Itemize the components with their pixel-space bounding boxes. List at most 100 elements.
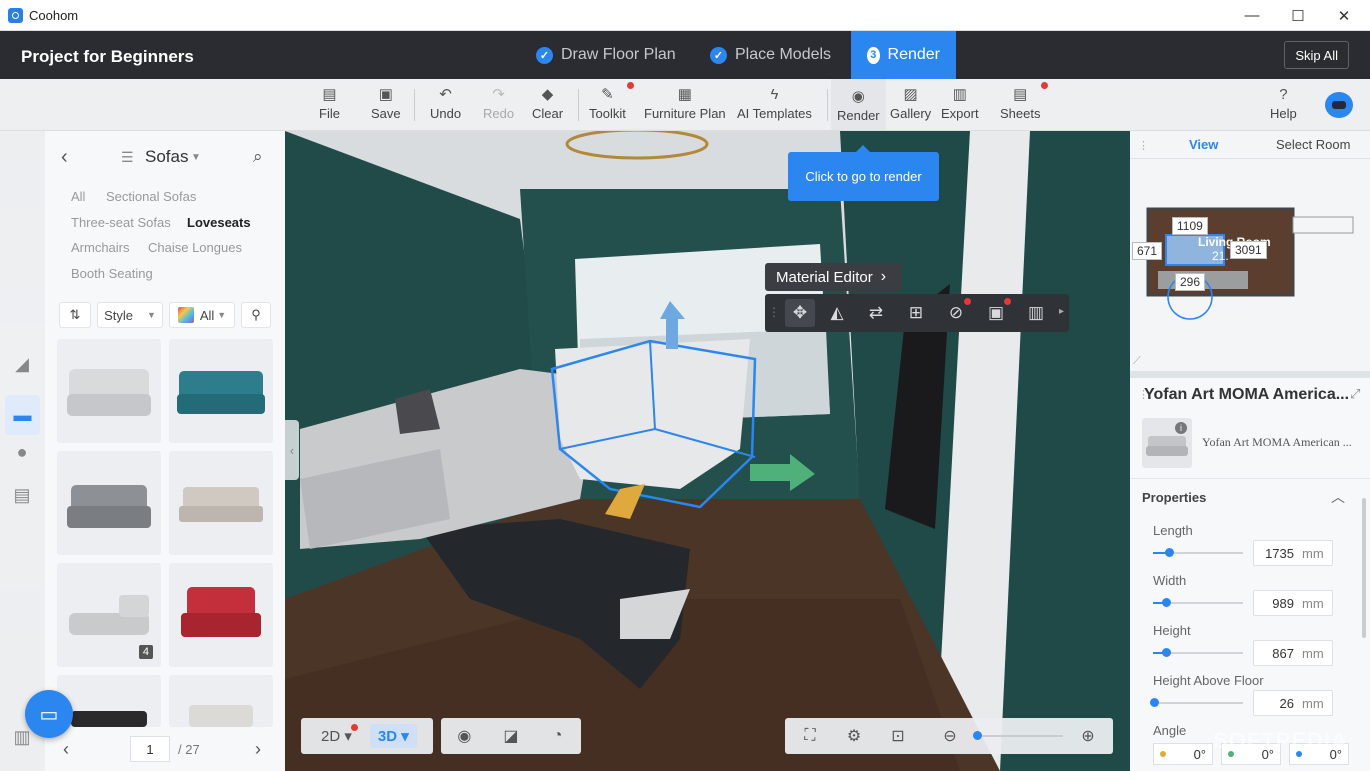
sofa-catalog-icon[interactable]: ▬ — [5, 395, 40, 435]
maximize-button[interactable]: ☐ — [1275, 0, 1321, 31]
next-page-icon[interactable]: › — [255, 739, 261, 760]
move-icon[interactable]: ✥ — [785, 299, 815, 327]
lock-icon[interactable]: ▣ — [985, 298, 1011, 324]
cube-icon[interactable]: ◪ — [500, 725, 522, 747]
person-icon[interactable]: ● — [10, 440, 34, 464]
collapse-panel-handle[interactable]: ‹ — [285, 420, 299, 480]
save-button[interactable]: ▣ Save — [371, 85, 401, 121]
gauge-icon[interactable]: ◔ — [547, 725, 569, 747]
search-icon[interactable]: ⌕ — [253, 147, 263, 167]
angle-x-input[interactable]: 0° — [1153, 743, 1213, 765]
close-button[interactable]: ✕ — [1321, 0, 1367, 31]
width-slider[interactable] — [1153, 598, 1243, 607]
camera-reset-icon[interactable]: ⛶ — [799, 725, 821, 747]
toolkit-button[interactable]: ✎ Toolkit — [589, 82, 634, 121]
3d-mode-button[interactable]: 3D ▾ — [369, 724, 417, 748]
floor-plan-minimap[interactable] — [1130, 159, 1370, 371]
undo-button[interactable]: ↶ Undo — [430, 85, 461, 121]
drag-handle-icon[interactable]: ⋮ — [1138, 139, 1149, 152]
slider-knob[interactable] — [1161, 648, 1171, 657]
replace-icon[interactable]: ⇄ — [865, 302, 887, 324]
redo-button[interactable]: ↷ Redo — [483, 85, 514, 121]
product-tile[interactable] — [169, 675, 273, 727]
slider-knob[interactable] — [1165, 548, 1175, 557]
chevron-down-icon: ▼ — [146, 310, 156, 320]
collapse-chevron-icon[interactable]: ︿ — [1331, 487, 1345, 507]
scrollbar[interactable] — [1362, 498, 1366, 638]
furniture-plan-button[interactable]: ▦ Furniture Plan — [644, 85, 726, 121]
drag-handle-icon[interactable]: ⋮ — [768, 305, 780, 319]
storage-icon[interactable]: ▤ — [10, 483, 34, 507]
info-icon[interactable]: i — [1175, 422, 1187, 434]
slider-knob[interactable] — [1161, 598, 1171, 607]
zoom-slider[interactable] — [973, 731, 1063, 740]
ai-templates-button[interactable]: ϟ AI Templates — [737, 85, 812, 122]
page-input[interactable]: 1 — [130, 736, 170, 762]
slider-knob[interactable] — [973, 731, 982, 740]
product-tile[interactable]: 4 — [57, 563, 161, 667]
skip-all-button[interactable]: Skip All — [1284, 41, 1349, 69]
height-slider[interactable] — [1153, 648, 1243, 657]
material-editor-button[interactable]: Material Editor › — [765, 263, 902, 291]
product-tile[interactable] — [169, 563, 273, 667]
tab-select-room[interactable]: Select Room — [1276, 137, 1350, 152]
length-slider[interactable] — [1153, 548, 1243, 557]
clear-button[interactable]: ◆ Clear — [532, 85, 563, 121]
tag-loveseats[interactable]: Loveseats — [187, 215, 251, 230]
length-input[interactable]: 1735 mm — [1253, 540, 1333, 566]
product-tile[interactable] — [57, 675, 161, 727]
delete-icon[interactable]: ▥ — [1025, 302, 1047, 324]
minimize-button[interactable]: — — [1229, 0, 1275, 31]
mirror-icon[interactable]: ◭ — [826, 302, 848, 324]
step-draw-floor-plan[interactable]: ✓ Draw Floor Plan — [520, 31, 692, 79]
zoom-in-icon[interactable]: ⊕ — [1077, 725, 1099, 747]
chat-support-button[interactable]: ▭ — [25, 690, 73, 738]
expand-right-icon[interactable]: ▸ — [1059, 306, 1064, 317]
tag-three-seat-sofas[interactable]: Three-seat Sofas — [71, 215, 171, 230]
product-tile[interactable] — [169, 451, 273, 555]
export-button[interactable]: ▥ Export — [941, 85, 979, 121]
height-above-floor-input[interactable]: 26 mm — [1253, 690, 1333, 716]
white-sofa-thumbnail — [67, 369, 151, 416]
assistant-bot-icon[interactable] — [1325, 92, 1353, 118]
product-tile[interactable] — [57, 451, 161, 555]
gallery-button[interactable]: ▨ Gallery — [890, 85, 931, 121]
back-chevron-icon[interactable]: ‹ — [61, 146, 68, 169]
zoom-out-icon[interactable]: ⊖ — [939, 725, 961, 747]
expand-icon[interactable]: ⤢ — [1350, 386, 1360, 402]
step-place-models[interactable]: ✓ Place Models — [694, 31, 847, 79]
step-render[interactable]: 3 Render — [851, 31, 956, 79]
tag-armchairs[interactable]: Armchairs — [71, 240, 130, 255]
product-tile[interactable] — [169, 339, 273, 443]
sort-button[interactable]: ⇅ — [59, 302, 91, 328]
resize-handle-icon[interactable]: ⟋ — [1133, 355, 1141, 368]
style-filter[interactable]: Style ▼ — [97, 302, 163, 328]
tag-booth-seating[interactable]: Booth Seating — [71, 266, 153, 281]
floor-plan-icon[interactable]: ◢ — [10, 352, 34, 376]
help-button[interactable]: ? Help — [1270, 85, 1297, 122]
file-button[interactable]: ▤ File — [319, 85, 340, 121]
focus-icon[interactable]: ⊡ — [887, 725, 909, 747]
slider-knob[interactable] — [1149, 698, 1159, 707]
sheets-button[interactable]: ▤ Sheets — [1000, 82, 1049, 121]
eye-icon[interactable]: ◉ — [453, 725, 475, 747]
model-thumbnail[interactable]: i — [1142, 418, 1192, 468]
render-tooltip[interactable]: Click to go to render — [788, 145, 939, 201]
render-button[interactable]: ◉ Render — [831, 79, 886, 130]
product-tile[interactable] — [57, 339, 161, 443]
height-input[interactable]: 867 mm — [1253, 640, 1333, 666]
advanced-filter-button[interactable]: ⚲ — [241, 302, 271, 328]
tag-chaise-longues[interactable]: Chaise Longues — [148, 240, 242, 255]
tag-all[interactable]: All — [71, 189, 85, 204]
prev-page-icon[interactable]: ‹ — [63, 739, 69, 760]
hide-icon[interactable]: ⊘ — [945, 298, 971, 324]
width-input[interactable]: 989 mm — [1253, 590, 1333, 616]
2d-mode-button[interactable]: 2D ▾ — [321, 724, 358, 745]
color-filter[interactable]: All ▼ — [169, 302, 235, 328]
duplicate-icon[interactable]: ⊞ — [905, 302, 927, 324]
category-dropdown[interactable]: Sofas — [145, 147, 188, 167]
height-above-floor-slider[interactable] — [1149, 698, 1243, 707]
tag-sectional-sofas[interactable]: Sectional Sofas — [106, 189, 196, 204]
camera-settings-icon[interactable]: ⚙ — [843, 725, 865, 747]
tab-view[interactable]: View — [1189, 137, 1218, 152]
